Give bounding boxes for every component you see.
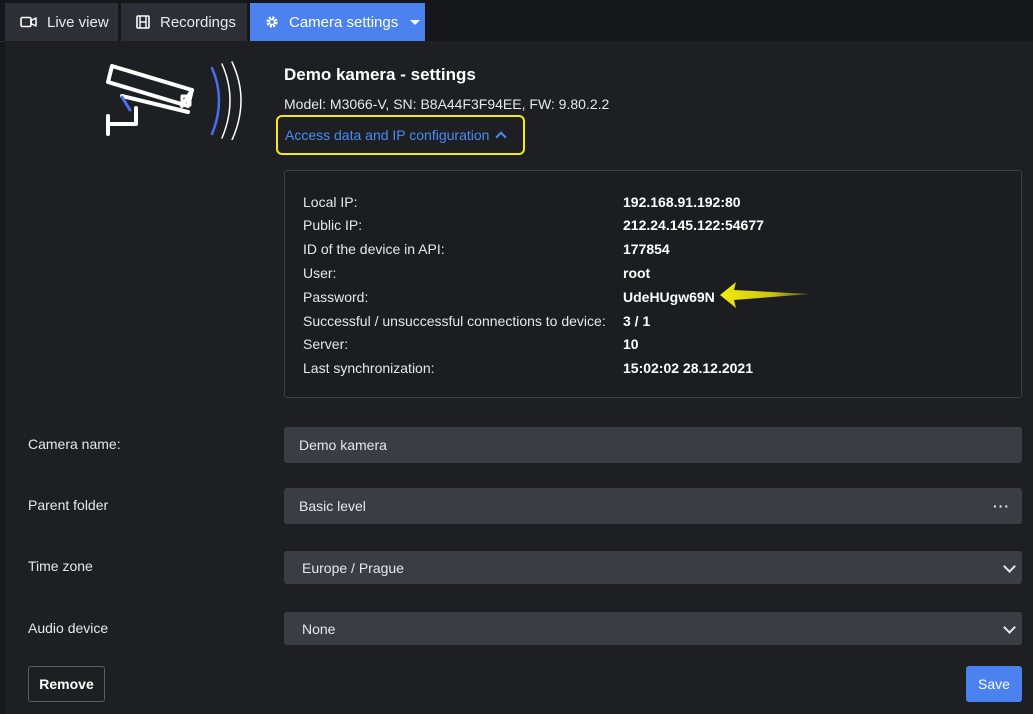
page-title: Demo kamera - settings [284, 65, 476, 84]
audio-device-value: None [302, 620, 336, 637]
chevron-up-icon [495, 131, 508, 143]
info-label: Local IP: [303, 194, 358, 210]
device-model-info: Model: M3066-V, SN: B8A44F3F94EE, FW: 9.… [284, 96, 610, 112]
camera-name-input[interactable]: Demo kamera [284, 427, 1022, 463]
info-label: Last synchronization: [303, 360, 435, 376]
chevron-down-icon [1003, 559, 1016, 573]
info-value: 10 [623, 336, 639, 352]
audio-device-select[interactable]: None [284, 612, 1022, 645]
video-camera-icon [20, 16, 37, 28]
parent-folder-label: Parent folder [28, 497, 109, 513]
access-data-toggle-label: Access data and IP configuration [285, 127, 490, 143]
time-zone-label: Time zone [28, 558, 93, 574]
camera-name-value: Demo kamera [299, 437, 387, 453]
info-label: User: [303, 265, 337, 281]
parent-folder-value: Basic level [299, 498, 366, 514]
info-label: Successful / unsuccessful connections to… [303, 313, 606, 329]
tab-recordings-label: Recordings [160, 13, 236, 31]
info-label: Password: [303, 289, 369, 305]
info-value: 3 / 1 [623, 313, 651, 329]
access-data-panel: Local IP: 192.168.91.192:80 Public IP: 2… [284, 170, 1022, 398]
info-value: root [623, 265, 651, 281]
access-data-toggle[interactable]: Access data and IP configuration [276, 115, 525, 155]
info-label: Server: [303, 336, 349, 352]
tab-recordings[interactable]: Recordings [121, 3, 247, 41]
remove-button[interactable]: Remove [28, 666, 105, 702]
info-value: 212.24.145.122:54677 [623, 217, 764, 233]
info-label: Public IP: [303, 217, 363, 233]
parent-folder-field[interactable]: Basic level ··· [284, 488, 1022, 524]
security-camera-icon [106, 61, 242, 140]
password-value: UdeHUgw69N [623, 289, 715, 305]
dropdown-caret-icon [410, 19, 421, 25]
camera-name-label: Camera name: [28, 436, 121, 452]
time-zone-value: Europe / Prague [302, 559, 404, 576]
yellow-arrow-icon [720, 282, 810, 308]
tab-live-view[interactable]: Live view [5, 3, 118, 41]
info-value: 177854 [623, 241, 670, 257]
tab-bar: Live view Recordings Camera settings [0, 0, 1033, 42]
gear-icon [266, 16, 278, 28]
info-label: ID of the device in API: [303, 241, 445, 257]
save-button[interactable]: Save [966, 666, 1022, 702]
film-icon [136, 15, 150, 29]
tab-camera-settings-label: Camera settings [289, 13, 399, 31]
tab-camera-settings[interactable]: Camera settings [250, 3, 425, 41]
audio-device-label: Audio device [28, 620, 109, 636]
chevron-down-icon [1003, 620, 1016, 634]
more-options-icon[interactable]: ··· [993, 498, 1010, 514]
time-zone-select[interactable]: Europe / Prague [284, 551, 1022, 584]
info-value: 15:02:02 28.12.2021 [623, 360, 753, 376]
info-value: 192.168.91.192:80 [623, 194, 741, 210]
tab-live-view-label: Live view [47, 13, 109, 31]
